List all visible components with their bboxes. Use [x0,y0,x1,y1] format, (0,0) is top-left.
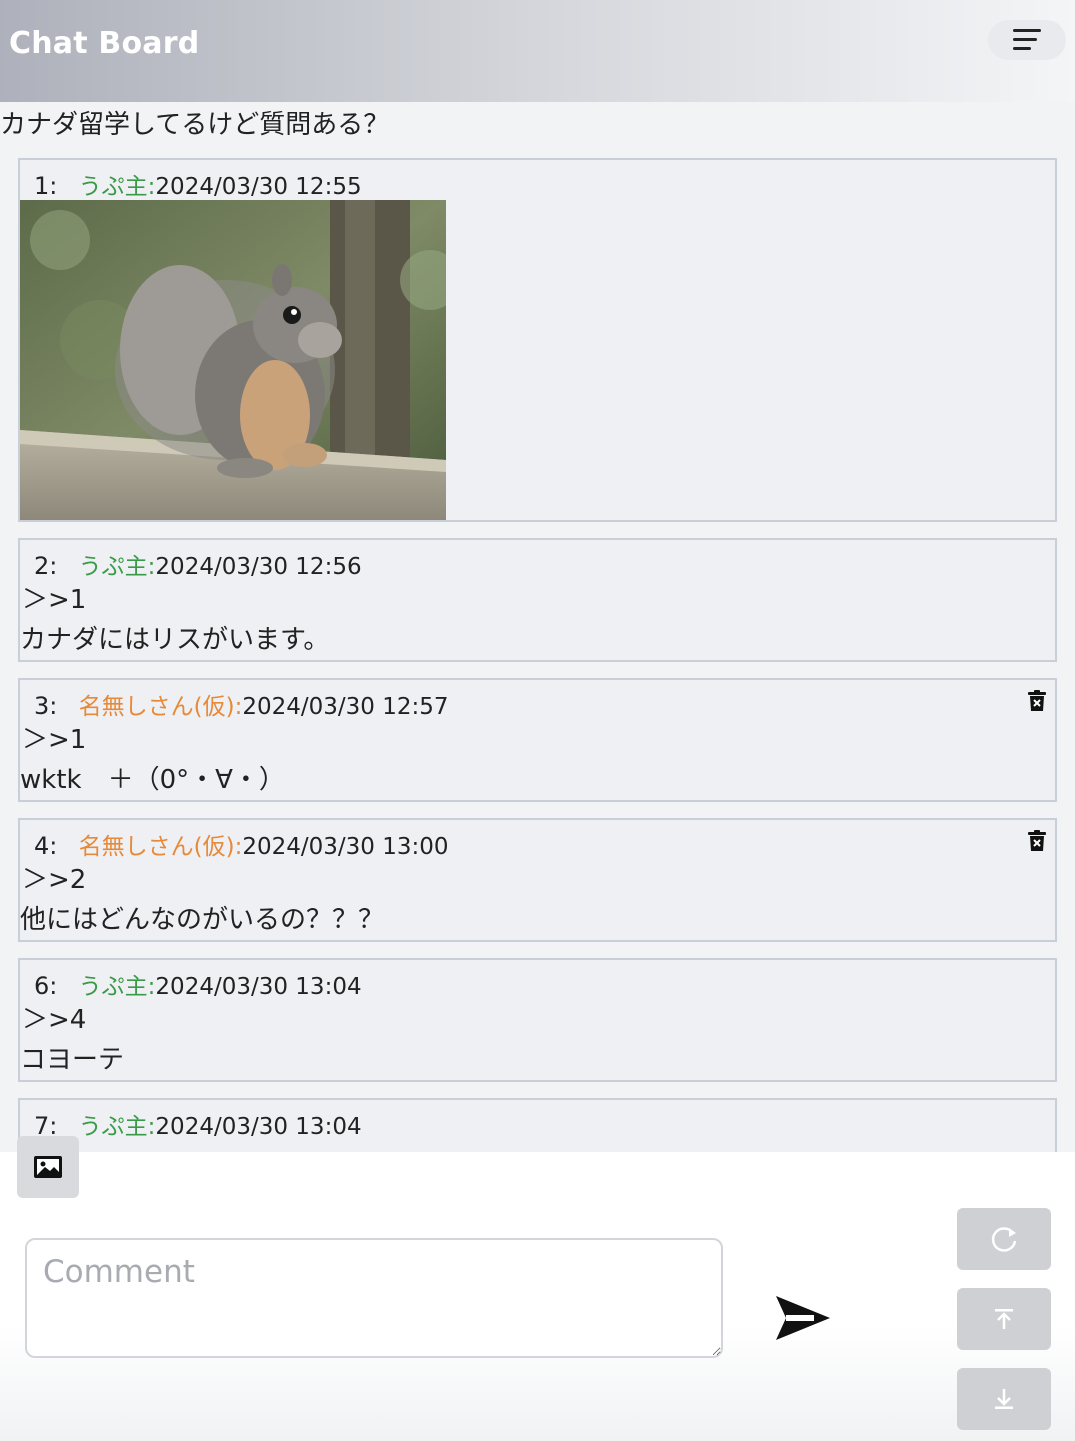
post-2: 2: うぷ主:2024/03/30 12:56 ＞>1 カナダにはリスがいます。 [18,538,1057,662]
post-header: 2: うぷ主:2024/03/30 12:56 [34,542,362,581]
post-author[interactable]: うぷ主: [79,174,156,200]
post-timestamp: 2024/03/30 13:00 [242,834,449,860]
post-body: ＞>2 他にはどんなのがいるの？？？ [20,860,384,940]
post-text: コヨーテ [20,1045,125,1075]
post-number: 4: [34,832,58,860]
thread-title: カナダ留学してるけど質問ある？ [0,110,390,140]
post-number: 1: [34,172,58,200]
post-header: 1: うぷ主:2024/03/30 12:55 [34,162,362,201]
scroll-bottom-button[interactable] [957,1368,1051,1430]
attach-image-button[interactable] [17,1136,79,1198]
post-header: 7: うぷ主:2024/03/30 13:04 [34,1102,362,1141]
reply-anchor[interactable]: ＞>1 [20,720,285,760]
post-body: ＞>1 カナダにはリスがいます。 [20,580,329,660]
app-title: Chat Board [9,26,200,61]
post-1: 1: うぷ主:2024/03/30 12:55 [18,158,1057,522]
post-number: 3: [34,692,58,720]
image-icon [34,1156,62,1178]
post-author[interactable]: うぷ主: [79,1114,156,1140]
scroll-top-button[interactable] [957,1288,1051,1350]
reply-anchor[interactable]: ＞>1 [20,580,329,620]
post-text: 他にはどんなのがいるの？？？ [20,905,385,935]
send-icon[interactable] [770,1290,834,1346]
post-author[interactable]: 名無しさん(仮): [79,834,243,860]
post-author[interactable]: うぷ主: [79,974,156,1000]
reply-anchor[interactable]: ＞>2 [20,860,384,900]
scroll-top-icon [995,1309,1013,1329]
app-header: Chat Board [0,0,1075,102]
post-timestamp: 2024/03/30 12:56 [155,554,362,580]
trash-icon[interactable] [1027,830,1047,852]
post-body: ＞>4 コヨーテ [20,1000,124,1080]
post-number: 6: [34,972,58,1000]
post-6: 6: うぷ主:2024/03/30 13:04 ＞>4 コヨーテ [18,958,1057,1082]
reload-button[interactable] [957,1208,1051,1270]
post-number: 2: [34,552,58,580]
reload-icon [991,1227,1017,1252]
post-header: 3: 名無しさん(仮):2024/03/30 12:57 [34,682,449,721]
message-list[interactable]: 1: うぷ主:2024/03/30 12:55 2: うぷ主:2024/03/3… [0,148,1075,1152]
post-author[interactable]: 名無しさん(仮): [79,694,243,720]
post-timestamp: 2024/03/30 13:04 [155,974,362,1000]
post-header: 4: 名無しさん(仮):2024/03/30 13:00 [34,822,449,861]
post-timestamp: 2024/03/30 12:55 [155,174,362,200]
post-3: 3: 名無しさん(仮):2024/03/30 12:57 ＞>1 wktk ＋（0… [18,678,1057,802]
scroll-bottom-icon [995,1389,1013,1409]
squirrel-photo[interactable] [20,200,446,520]
menu-icon [1013,29,1041,50]
post-7: 7: うぷ主:2024/03/30 13:04 [18,1098,1057,1152]
post-text: カナダにはリスがいます。 [20,625,330,655]
post-4: 4: 名無しさん(仮):2024/03/30 13:00 ＞>2 他にはどんなのが… [18,818,1057,942]
menu-button[interactable] [988,20,1066,60]
post-timestamp: 2024/03/30 13:04 [155,1114,362,1140]
post-header: 6: うぷ主:2024/03/30 13:04 [34,962,362,1001]
trash-icon[interactable] [1027,690,1047,712]
post-body: ＞>1 wktk ＋（0°・∀・） [20,720,285,800]
reply-anchor[interactable]: ＞>4 [20,1000,124,1040]
post-timestamp: 2024/03/30 12:57 [242,694,449,720]
post-text: wktk ＋（0°・∀・） [20,765,285,795]
comment-input[interactable] [25,1238,723,1358]
post-author[interactable]: うぷ主: [79,554,156,580]
